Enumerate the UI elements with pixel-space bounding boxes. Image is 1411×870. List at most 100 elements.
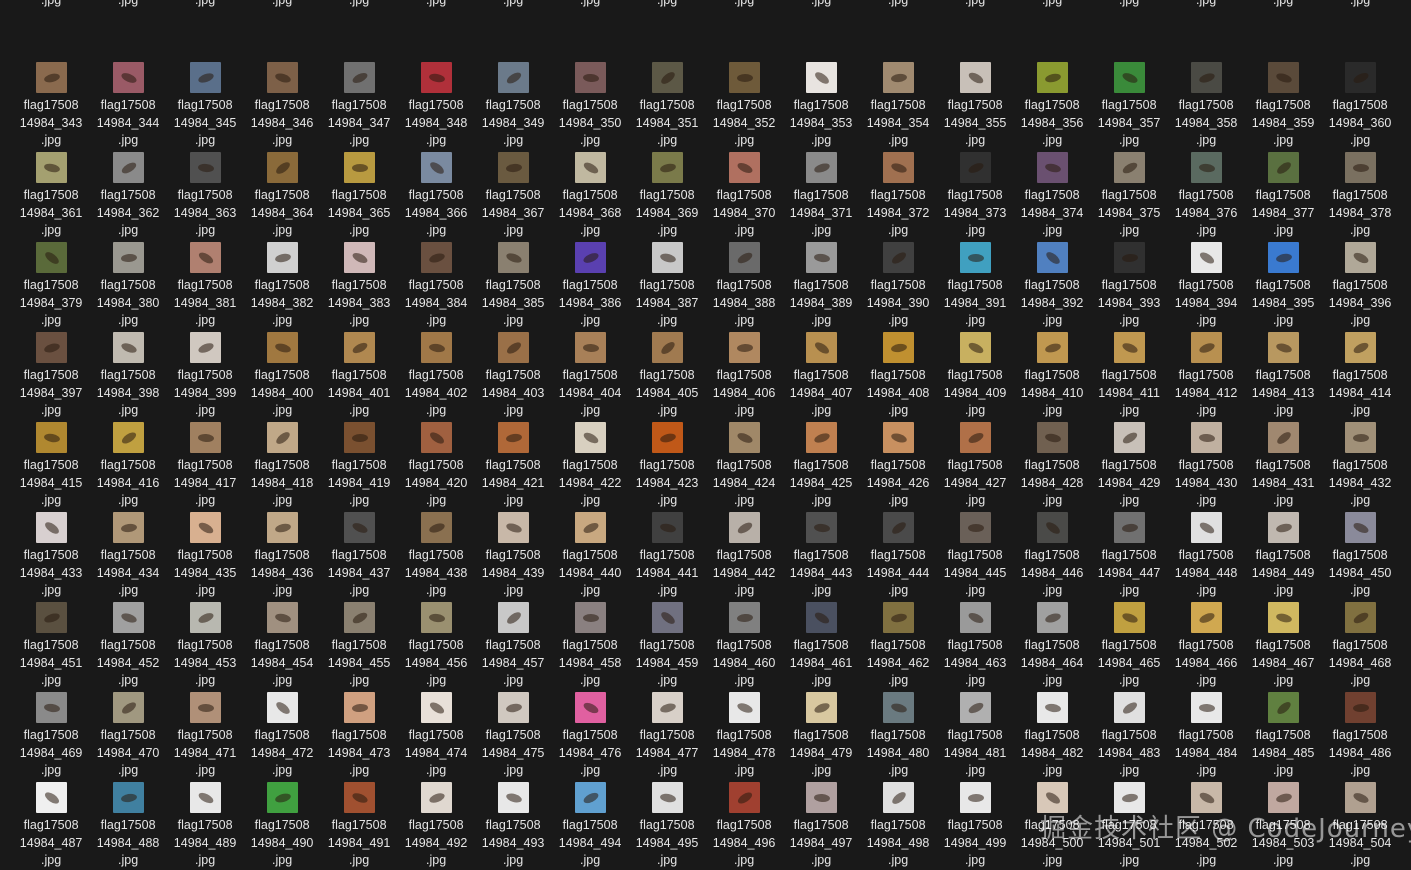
file-item[interactable]: flag1750814984_328.jpg: [244, 0, 321, 54]
file-item[interactable]: flag1750814984_333.jpg: [629, 0, 706, 54]
file-item[interactable]: flag17508 14984_437 .jpg: [321, 504, 398, 597]
file-item[interactable]: flag17508 14984_387 .jpg: [629, 234, 706, 327]
file-item[interactable]: flag17508 14984_351 .jpg: [629, 54, 706, 147]
file-item[interactable]: flag17508 14984_446 .jpg: [1014, 504, 1091, 597]
file-item[interactable]: flag17508 14984_375 .jpg: [1091, 144, 1168, 237]
file-item[interactable]: flag17508 14984_471 .jpg: [167, 684, 244, 777]
file-item[interactable]: flag17508 14984_465 .jpg: [1091, 594, 1168, 687]
file-item[interactable]: flag17508 14984_365 .jpg: [321, 144, 398, 237]
file-item[interactable]: flag17508 14984_456 .jpg: [398, 594, 475, 687]
file-item[interactable]: flag17508 14984_480 .jpg: [860, 684, 937, 777]
file-item[interactable]: flag17508 14984_355 .jpg: [937, 54, 1014, 147]
file-item[interactable]: flag17508 14984_425 .jpg: [783, 414, 860, 507]
file-item[interactable]: flag17508 14984_382 .jpg: [244, 234, 321, 327]
file-item[interactable]: flag17508 14984_502 .jpg: [1168, 774, 1245, 867]
file-item[interactable]: flag17508 14984_498 .jpg: [860, 774, 937, 867]
file-item[interactable]: flag17508 14984_357 .jpg: [1091, 54, 1168, 147]
file-item[interactable]: flag17508 14984_426 .jpg: [860, 414, 937, 507]
file-item[interactable]: flag17508 14984_403 .jpg: [475, 324, 552, 417]
file-item[interactable]: flag17508 14984_438 .jpg: [398, 504, 475, 597]
file-item[interactable]: flag17508 14984_413 .jpg: [1245, 324, 1322, 417]
file-item[interactable]: flag17508 14984_421 .jpg: [475, 414, 552, 507]
file-item[interactable]: flag17508 14984_399 .jpg: [167, 324, 244, 417]
file-item[interactable]: flag17508 14984_395 .jpg: [1245, 234, 1322, 327]
file-item[interactable]: flag17508 14984_372 .jpg: [860, 144, 937, 237]
file-item[interactable]: flag17508 14984_352 .jpg: [706, 54, 783, 147]
file-item[interactable]: flag17508 14984_379 .jpg: [13, 234, 90, 327]
file-item[interactable]: flag17508 14984_394 .jpg: [1168, 234, 1245, 327]
file-item[interactable]: flag17508 14984_451 .jpg: [13, 594, 90, 687]
file-item[interactable]: flag17508 14984_361 .jpg: [13, 144, 90, 237]
file-item[interactable]: flag17508 14984_362 .jpg: [90, 144, 167, 237]
file-item[interactable]: flag17508 14984_404 .jpg: [552, 324, 629, 417]
file-item[interactable]: flag17508 14984_449 .jpg: [1245, 504, 1322, 597]
file-item[interactable]: flag17508 14984_427 .jpg: [937, 414, 1014, 507]
file-item[interactable]: flag17508 14984_482 .jpg: [1014, 684, 1091, 777]
file-item[interactable]: flag17508 14984_424 .jpg: [706, 414, 783, 507]
file-item[interactable]: flag1750814984_331.jpg: [475, 0, 552, 54]
file-item[interactable]: flag17508 14984_477 .jpg: [629, 684, 706, 777]
file-item[interactable]: flag17508 14984_472 .jpg: [244, 684, 321, 777]
file-item[interactable]: flag17508 14984_354 .jpg: [860, 54, 937, 147]
file-item[interactable]: flag17508 14984_455 .jpg: [321, 594, 398, 687]
file-item[interactable]: flag17508 14984_373 .jpg: [937, 144, 1014, 237]
file-item[interactable]: flag17508 14984_433 .jpg: [13, 504, 90, 597]
file-item[interactable]: flag17508 14984_452 .jpg: [90, 594, 167, 687]
file-item[interactable]: flag17508 14984_463 .jpg: [937, 594, 1014, 687]
file-item[interactable]: flag1750814984_325.jpg: [13, 0, 90, 54]
file-item[interactable]: flag1750814984_339.jpg: [1091, 0, 1168, 54]
file-item[interactable]: flag17508 14984_396 .jpg: [1322, 234, 1399, 327]
file-item[interactable]: flag17508 14984_376 .jpg: [1168, 144, 1245, 237]
file-item[interactable]: flag17508 14984_495 .jpg: [629, 774, 706, 867]
file-item[interactable]: flag17508 14984_419 .jpg: [321, 414, 398, 507]
file-item[interactable]: flag17508 14984_417 .jpg: [167, 414, 244, 507]
file-item[interactable]: flag17508 14984_434 .jpg: [90, 504, 167, 597]
file-item[interactable]: flag17508 14984_430 .jpg: [1168, 414, 1245, 507]
file-item[interactable]: flag17508 14984_432 .jpg: [1322, 414, 1399, 507]
file-item[interactable]: flag17508 14984_407 .jpg: [783, 324, 860, 417]
file-item[interactable]: flag17508 14984_420 .jpg: [398, 414, 475, 507]
file-item[interactable]: flag17508 14984_350 .jpg: [552, 54, 629, 147]
file-item[interactable]: flag17508 14984_454 .jpg: [244, 594, 321, 687]
file-item[interactable]: flag1750814984_334.jpg: [706, 0, 783, 54]
file-item[interactable]: flag17508 14984_381 .jpg: [167, 234, 244, 327]
file-item[interactable]: flag17508 14984_486 .jpg: [1322, 684, 1399, 777]
file-item[interactable]: flag1750814984_336.jpg: [860, 0, 937, 54]
file-item[interactable]: flag17508 14984_356 .jpg: [1014, 54, 1091, 147]
file-item[interactable]: flag17508 14984_491 .jpg: [321, 774, 398, 867]
file-item[interactable]: flag17508 14984_483 .jpg: [1091, 684, 1168, 777]
file-item[interactable]: flag17508 14984_410 .jpg: [1014, 324, 1091, 417]
file-item[interactable]: flag17508 14984_343 .jpg: [13, 54, 90, 147]
file-item[interactable]: flag17508 14984_405 .jpg: [629, 324, 706, 417]
file-item[interactable]: flag17508 14984_392 .jpg: [1014, 234, 1091, 327]
file-item[interactable]: flag17508 14984_487 .jpg: [13, 774, 90, 867]
file-item[interactable]: flag17508 14984_411 .jpg: [1091, 324, 1168, 417]
file-item[interactable]: flag17508 14984_475 .jpg: [475, 684, 552, 777]
file-item[interactable]: flag17508 14984_460 .jpg: [706, 594, 783, 687]
file-item[interactable]: flag17508 14984_436 .jpg: [244, 504, 321, 597]
file-item[interactable]: flag17508 14984_478 .jpg: [706, 684, 783, 777]
file-item[interactable]: flag1750814984_337.jpg: [937, 0, 1014, 54]
file-item[interactable]: flag17508 14984_445 .jpg: [937, 504, 1014, 597]
file-item[interactable]: flag17508 14984_390 .jpg: [860, 234, 937, 327]
file-item[interactable]: flag17508 14984_384 .jpg: [398, 234, 475, 327]
file-item[interactable]: flag17508 14984_393 .jpg: [1091, 234, 1168, 327]
file-item[interactable]: flag17508 14984_366 .jpg: [398, 144, 475, 237]
file-item[interactable]: flag17508 14984_409 .jpg: [937, 324, 1014, 417]
file-item[interactable]: flag1750814984_326.jpg: [90, 0, 167, 54]
file-item[interactable]: flag17508 14984_412 .jpg: [1168, 324, 1245, 417]
file-item[interactable]: flag17508 14984_358 .jpg: [1168, 54, 1245, 147]
file-item[interactable]: flag17508 14984_418 .jpg: [244, 414, 321, 507]
file-item[interactable]: flag17508 14984_474 .jpg: [398, 684, 475, 777]
file-item[interactable]: flag17508 14984_346 .jpg: [244, 54, 321, 147]
file-item[interactable]: flag17508 14984_473 .jpg: [321, 684, 398, 777]
file-item[interactable]: flag17508 14984_497 .jpg: [783, 774, 860, 867]
file-item[interactable]: flag17508 14984_444 .jpg: [860, 504, 937, 597]
file-item[interactable]: flag17508 14984_383 .jpg: [321, 234, 398, 327]
file-item[interactable]: flag17508 14984_484 .jpg: [1168, 684, 1245, 777]
file-item[interactable]: flag17508 14984_397 .jpg: [13, 324, 90, 417]
file-item[interactable]: flag17508 14984_493 .jpg: [475, 774, 552, 867]
file-item[interactable]: flag17508 14984_398 .jpg: [90, 324, 167, 417]
file-item[interactable]: flag17508 14984_400 .jpg: [244, 324, 321, 417]
file-item[interactable]: flag17508 14984_481 .jpg: [937, 684, 1014, 777]
